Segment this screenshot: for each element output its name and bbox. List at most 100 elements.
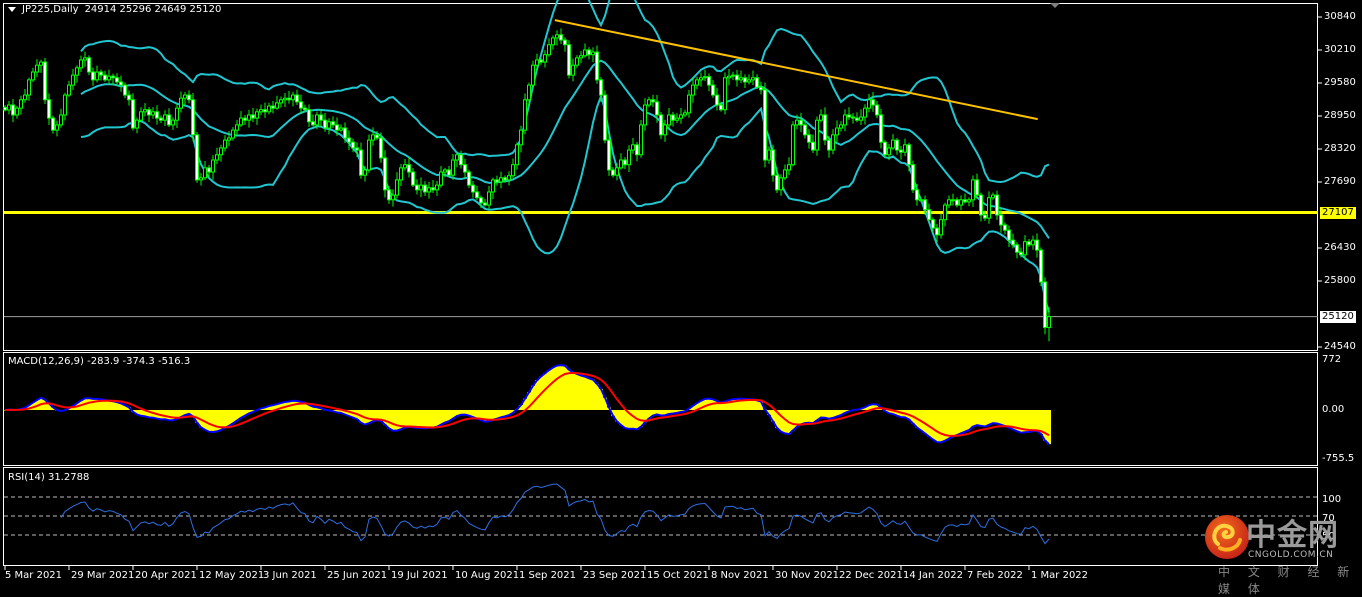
price-tick-label: 24540 <box>1324 341 1356 352</box>
candle-body <box>843 114 847 126</box>
candle-body <box>155 111 159 119</box>
candle-body <box>331 121 335 126</box>
candle-body <box>211 159 215 173</box>
candle-body <box>291 94 295 101</box>
date-tick-label: 19 Jul 2021 <box>391 570 448 581</box>
candle-body <box>271 105 275 109</box>
candle-body <box>95 71 99 81</box>
candle-body <box>615 167 619 176</box>
dropdown-triangle-icon[interactable] <box>8 7 16 12</box>
candle-body <box>55 124 59 131</box>
candle-body <box>675 117 679 121</box>
candle-body <box>799 119 803 126</box>
candle-body <box>723 77 727 111</box>
candle-body <box>43 61 47 101</box>
candle-body <box>827 139 831 151</box>
macd-histogram-bar <box>807 410 811 423</box>
macd-histogram-bar <box>567 369 571 410</box>
macd-histogram-bar <box>939 410 943 443</box>
candle-body <box>823 114 827 141</box>
symbol-label: JP225,Daily <box>22 4 79 15</box>
candle-body <box>219 147 223 156</box>
candle-body <box>635 144 639 156</box>
candle-body <box>367 139 371 171</box>
candle-body <box>531 64 535 86</box>
candle-body <box>191 99 195 136</box>
candle-body <box>611 169 615 176</box>
cngold-logo: 中金网 CNGOLD.COM.CN 中 文 财 经 新 媒 体 <box>1200 508 1360 596</box>
candle-body <box>1015 244 1019 253</box>
candle-body <box>407 164 411 173</box>
macd-histogram-bar <box>223 410 227 428</box>
candle-body <box>431 187 435 191</box>
candle-body <box>835 127 839 136</box>
macd-histogram-bar <box>583 376 587 410</box>
candle-body <box>247 114 251 121</box>
ohlc-values: 24914 25296 24649 25120 <box>84 4 222 15</box>
candle-body <box>103 74 107 81</box>
macd-histogram-bar <box>999 410 1003 425</box>
candle-body <box>63 94 67 116</box>
macd-histogram-bar <box>215 410 219 432</box>
candle-body <box>351 141 355 149</box>
candle-body <box>227 137 231 141</box>
macd-layer <box>3 364 1051 445</box>
candle-body <box>199 177 203 181</box>
macd-histogram-bar <box>631 410 635 429</box>
candle-body <box>559 34 563 41</box>
candle-body <box>7 104 11 111</box>
candle-body <box>767 149 771 161</box>
rsi-label: RSI(14) 31.2788 <box>8 472 90 483</box>
candle-body <box>335 124 339 131</box>
candle-body <box>951 199 955 202</box>
candle-body <box>663 124 667 136</box>
candle-body <box>151 111 155 116</box>
candle-body <box>763 89 767 161</box>
chart-canvas[interactable] <box>0 0 1362 587</box>
macd-histogram-bar <box>799 410 803 425</box>
candle-body <box>459 154 463 166</box>
candle-body <box>203 167 207 179</box>
date-tick-label: 1 Mar 2022 <box>1031 570 1089 581</box>
candle-body <box>243 117 247 121</box>
candle-body <box>595 51 599 81</box>
candle-body <box>719 104 723 111</box>
macd-histogram-bar <box>587 378 591 410</box>
candle-body <box>411 171 415 186</box>
candle-body <box>35 64 39 73</box>
date-tick-label: 12 May 2021 <box>199 570 265 581</box>
candle-body <box>27 79 31 96</box>
candle-body <box>83 57 87 61</box>
chart-shift-marker[interactable] <box>1050 3 1060 8</box>
candle-body <box>555 34 559 39</box>
candle-body <box>255 111 259 119</box>
candle-body <box>419 184 423 191</box>
date-tick-label: 25 Jun 2021 <box>327 570 388 581</box>
candle-body <box>579 55 583 59</box>
candle-body <box>1047 316 1051 328</box>
macd-histogram-bar <box>1043 410 1047 441</box>
candle-body <box>435 184 439 191</box>
date-tick-label: 14 Jan 2022 <box>903 570 963 581</box>
candle-body <box>1043 281 1047 328</box>
candle-body <box>707 76 711 86</box>
macd-histogram-bar <box>435 410 439 427</box>
macd-histogram-bar <box>395 410 399 431</box>
candle-body <box>735 74 739 81</box>
candle-body <box>803 124 807 136</box>
candle-body <box>19 99 23 109</box>
candle-body <box>759 86 763 91</box>
macd-histogram-bar <box>803 410 807 424</box>
candle-body <box>479 197 483 204</box>
macd-histogram-bar <box>983 410 987 427</box>
candle-body <box>851 116 855 119</box>
candle-body <box>679 114 683 119</box>
candle-body <box>751 77 755 81</box>
candle-body <box>687 94 691 114</box>
candle-body <box>547 44 551 56</box>
macd-histogram-bar <box>823 410 827 418</box>
candle-body <box>871 99 875 106</box>
macd-histogram-bar <box>987 410 991 425</box>
candle-body <box>75 67 79 76</box>
bid-price-tag: 25120 <box>1320 310 1356 323</box>
